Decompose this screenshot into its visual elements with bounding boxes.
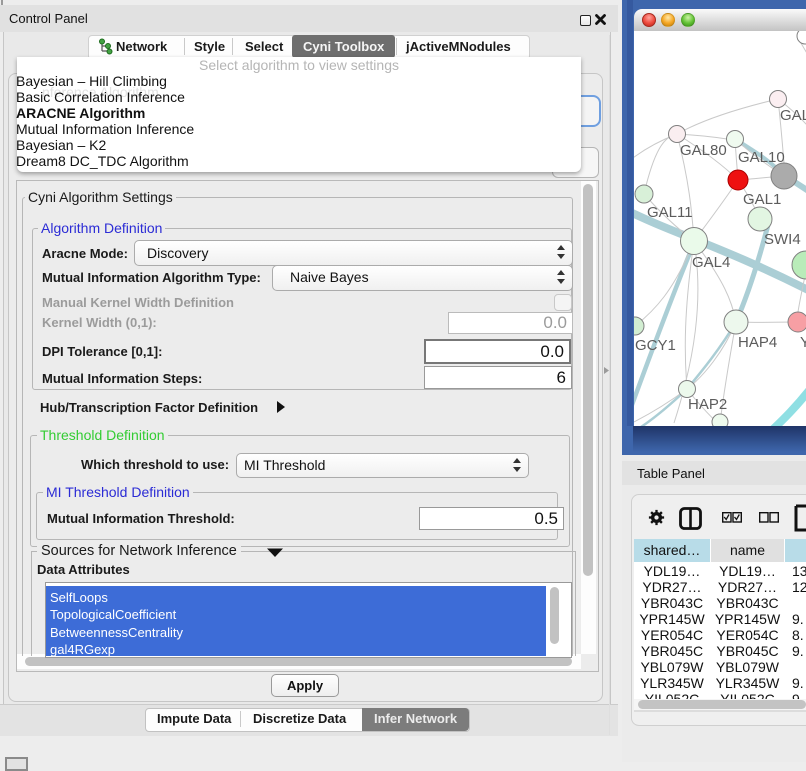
svg-text:SWI4: SWI4 [764, 231, 801, 248]
svg-text:HAP2: HAP2 [688, 396, 727, 413]
svg-text:Y: Y [800, 334, 806, 351]
svg-text:GAL80: GAL80 [680, 142, 727, 159]
svg-text:GAL11: GAL11 [647, 204, 693, 221]
svg-text:GAL1: GAL1 [743, 191, 781, 208]
svg-text:HAP4: HAP4 [738, 334, 777, 351]
svg-text:GAL4: GAL4 [692, 254, 730, 271]
svg-text:GAL10: GAL10 [738, 149, 785, 166]
svg-text:GCY1: GCY1 [635, 337, 676, 354]
svg-text:GAL: GAL [780, 107, 806, 124]
